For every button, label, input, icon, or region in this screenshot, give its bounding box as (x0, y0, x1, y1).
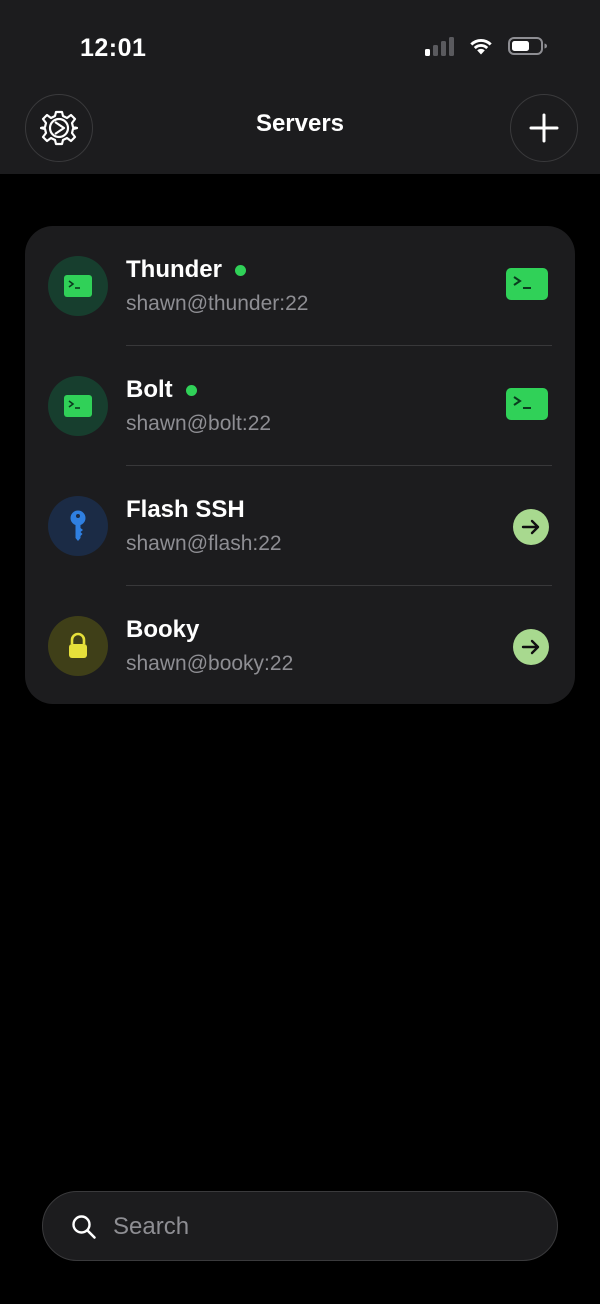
online-status-dot (185, 384, 197, 396)
top-bar: 12:01 Servers (0, 0, 600, 174)
server-avatar (48, 616, 108, 676)
search-input[interactable] (111, 1206, 535, 1248)
open-terminal-button[interactable] (506, 388, 548, 420)
server-avatar (48, 256, 108, 316)
open-terminal-button[interactable] (506, 268, 548, 300)
server-row-flash-ssh[interactable]: Flash SSH shawn@flash:22 (25, 466, 575, 586)
server-avatar (48, 496, 108, 556)
lock-icon (69, 632, 87, 658)
connect-button[interactable] (513, 509, 549, 545)
server-address: shawn@flash:22 (126, 532, 282, 555)
plus-icon (529, 113, 559, 143)
battery-icon (508, 36, 548, 56)
search-bar[interactable] (42, 1191, 558, 1261)
server-address: shawn@booky:22 (126, 652, 294, 675)
server-avatar (48, 376, 108, 436)
connect-button[interactable] (513, 629, 549, 665)
status-icons (425, 36, 548, 56)
online-status-dot (235, 264, 246, 276)
wifi-icon (468, 36, 494, 56)
server-row-thunder[interactable]: Thunder shawn@thunder:22 (25, 226, 575, 346)
key-icon (70, 510, 86, 541)
terminal-icon (64, 395, 92, 417)
terminal-icon (513, 276, 531, 289)
server-name: Bolt (126, 376, 197, 404)
server-list: Thunder shawn@thunder:22 Bolt shawn@bolt… (25, 226, 575, 704)
arrow-right-icon (521, 639, 540, 655)
status-time: 12:01 (80, 34, 147, 62)
terminal-icon (513, 396, 531, 409)
server-name: Flash SSH (126, 496, 245, 523)
terminal-icon (64, 275, 92, 297)
add-server-button[interactable] (510, 94, 578, 162)
server-address: shawn@thunder:22 (126, 292, 309, 315)
server-address: shawn@bolt:22 (126, 412, 272, 435)
arrow-right-icon (521, 519, 540, 535)
cellular-signal-icon (425, 36, 454, 56)
search-icon (72, 1215, 96, 1239)
server-row-booky[interactable]: Booky shawn@booky:22 (25, 586, 575, 704)
server-row-bolt[interactable]: Bolt shawn@bolt:22 (25, 346, 575, 466)
server-name: Booky (126, 616, 200, 643)
server-name: Thunder (126, 256, 246, 284)
